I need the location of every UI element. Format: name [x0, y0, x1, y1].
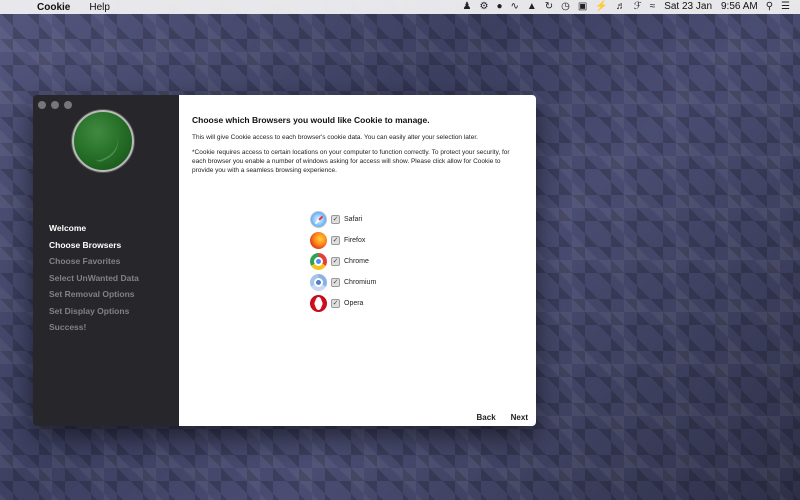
browser-label: Opera: [344, 300, 364, 307]
safari-checkbox[interactable]: ✓: [331, 215, 340, 224]
airplay-icon[interactable]: ▣: [578, 0, 587, 14]
signal-icon[interactable]: ∿: [510, 0, 518, 14]
cookie-logo-icon: [72, 110, 134, 172]
step-choose-browsers: Choose Browsers: [49, 239, 122, 250]
search-icon[interactable]: ⚲: [766, 0, 773, 14]
menubar: Cookie Help ♟ ⚙ ● ∿ ▲ ↻ ◷ ▣ ⚡ ♬ ℱ ≈ Sat …: [0, 0, 800, 14]
close-window-button[interactable]: [38, 101, 46, 109]
opera-icon: [310, 295, 327, 312]
record-icon[interactable]: ●: [496, 0, 502, 14]
step-select-unwanted-data: Select UnWanted Data: [49, 272, 139, 283]
bluetooth-icon[interactable]: ℱ: [634, 0, 642, 14]
help-menu[interactable]: Help: [89, 2, 110, 13]
chrome-icon: [310, 253, 327, 270]
browser-row-safari: ✓ Safari: [310, 209, 376, 230]
notification-center-icon[interactable]: ☰: [781, 0, 790, 14]
step-choose-favorites: Choose Favorites: [49, 256, 121, 266]
setup-steps: Welcome Choose Browsers Choose Favorites…: [49, 220, 139, 336]
back-button[interactable]: Back: [477, 413, 496, 422]
step-welcome: Welcome: [49, 223, 87, 233]
menubar-date[interactable]: Sat 23 Jan: [664, 0, 712, 14]
intro-text: This will give Cookie access to each bro…: [192, 134, 478, 141]
browser-row-chromium: ✓ Chromium: [310, 272, 376, 293]
person-icon[interactable]: ♟: [463, 0, 472, 14]
browser-row-chrome: ✓ Chrome: [310, 251, 376, 272]
volume-icon[interactable]: ♬: [616, 0, 626, 14]
zoom-window-button[interactable]: [64, 101, 72, 109]
step-set-removal-options: Set Removal Options: [49, 289, 135, 299]
app-window: Welcome Choose Browsers Choose Favorites…: [33, 95, 536, 426]
lightning-icon[interactable]: ⚡: [595, 0, 607, 14]
app-menu[interactable]: Cookie: [37, 2, 70, 13]
browser-list: ✓ Safari ✓ Firefox ✓ Chrome ✓ Chromium ✓: [310, 209, 376, 314]
window-controls: [38, 101, 77, 109]
permissions-note: *Cookie requires access to certain locat…: [192, 149, 510, 174]
browser-label: Chromium: [344, 279, 377, 286]
browser-row-opera: ✓ Opera: [310, 293, 376, 314]
browser-label: Firefox: [344, 237, 366, 244]
chromium-checkbox[interactable]: ✓: [331, 278, 340, 287]
upload-icon[interactable]: ▲: [527, 0, 537, 14]
browser-label: Safari: [344, 216, 363, 223]
sidebar: Welcome Choose Browsers Choose Favorites…: [33, 95, 179, 426]
opera-checkbox[interactable]: ✓: [331, 299, 340, 308]
page-title: Choose which Browsers you would like Coo…: [192, 115, 430, 125]
browser-row-firefox: ✓ Firefox: [310, 230, 376, 251]
status-area: ♟ ⚙ ● ∿ ▲ ↻ ◷ ▣ ⚡ ♬ ℱ ≈ Sat 23 Jan 9:56 …: [455, 0, 800, 14]
sync-icon[interactable]: ↻: [545, 0, 553, 14]
step-set-display-options: Set Display Options: [49, 305, 130, 316]
chrome-checkbox[interactable]: ✓: [331, 257, 340, 266]
clock-icon[interactable]: ◷: [561, 0, 570, 14]
gear-icon[interactable]: ⚙: [479, 0, 488, 14]
chromium-icon: [310, 274, 327, 291]
firefox-icon: [310, 232, 327, 249]
next-button[interactable]: Next: [511, 413, 528, 422]
wizard-nav: Back Next: [462, 413, 528, 422]
menubar-time[interactable]: 9:56 AM: [721, 0, 758, 14]
safari-icon: [310, 211, 327, 228]
minimize-window-button[interactable]: [51, 101, 59, 109]
firefox-checkbox[interactable]: ✓: [331, 236, 340, 245]
wifi-icon[interactable]: ≈: [650, 0, 656, 14]
content-pane: Choose which Browsers you would like Coo…: [179, 95, 536, 426]
browser-label: Chrome: [344, 258, 369, 265]
step-success: Success!: [49, 322, 87, 332]
